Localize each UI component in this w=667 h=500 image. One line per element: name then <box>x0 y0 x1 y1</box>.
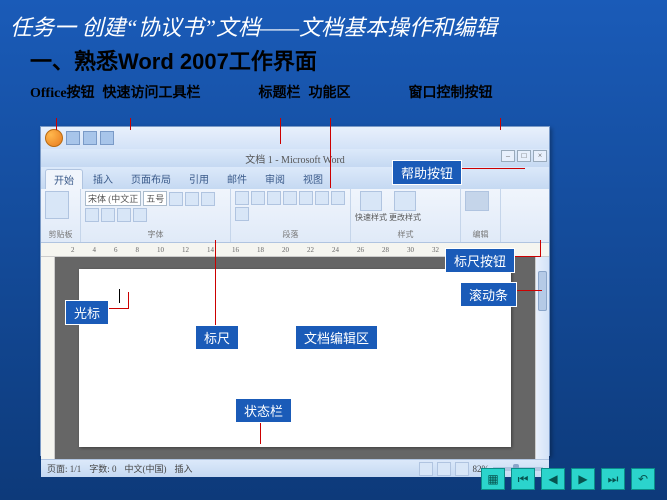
font-name-select[interactable]: 宋体 (中文正 <box>85 191 141 206</box>
status-page: 页面: 1/1 <box>47 462 81 475</box>
tab-insert[interactable]: 插入 <box>85 169 121 189</box>
font-size-select[interactable]: 五号 <box>143 191 167 206</box>
change-styles-button[interactable] <box>394 191 416 211</box>
numbering-button[interactable] <box>251 191 265 205</box>
pointer-line <box>500 118 501 130</box>
callout-help: 帮助按钮 <box>392 160 462 185</box>
label-winctrl: 窗口控制按钮 <box>409 82 493 102</box>
sub-button[interactable] <box>101 208 115 222</box>
status-bar: 页面: 1/1 字数: 0 中文(中国) 插入 82% <box>41 459 549 477</box>
pointer-line <box>540 240 541 257</box>
ribbon: 剪贴板 宋体 (中文正 五号 字体 <box>41 189 549 243</box>
color-button[interactable] <box>133 208 147 222</box>
save-icon[interactable] <box>66 131 80 145</box>
redo-icon[interactable] <box>100 131 114 145</box>
sup-button[interactable] <box>117 208 131 222</box>
view-web-icon[interactable] <box>455 462 469 476</box>
scrollbar-vertical[interactable] <box>535 257 549 459</box>
close-button[interactable]: × <box>533 150 547 162</box>
group-editing: 编辑 <box>461 189 501 242</box>
view-read-icon[interactable] <box>437 462 451 476</box>
align-left-button[interactable] <box>299 191 313 205</box>
group-label: 剪贴板 <box>45 229 76 240</box>
group-label: 样式 <box>355 229 456 240</box>
callout-ruler: 标尺 <box>195 325 239 350</box>
quick-styles-button[interactable] <box>360 191 382 211</box>
group-label: 字体 <box>85 229 226 240</box>
indent-dec-button[interactable] <box>267 191 281 205</box>
pointer-line <box>280 118 281 144</box>
nav-home-button[interactable]: ▦ <box>481 468 505 490</box>
label-titlebar: 标题栏 <box>259 82 301 102</box>
group-clipboard: 剪贴板 <box>41 189 81 242</box>
page[interactable] <box>79 269 511 447</box>
minimize-button[interactable]: – <box>501 150 515 162</box>
group-label: 段落 <box>235 229 346 240</box>
nav-last-button[interactable]: ⏭ <box>601 468 625 490</box>
ruler-vertical <box>41 257 55 459</box>
maximize-button[interactable]: □ <box>517 150 531 162</box>
strike-button[interactable] <box>85 208 99 222</box>
indent-inc-button[interactable] <box>283 191 297 205</box>
group-label: 编辑 <box>465 229 496 240</box>
tab-home[interactable]: 开始 <box>45 169 83 189</box>
bullets-button[interactable] <box>235 191 249 205</box>
find-button[interactable] <box>465 191 489 211</box>
text-cursor <box>119 289 120 303</box>
tab-layout[interactable]: 页面布局 <box>123 169 179 189</box>
top-labels-row: Office按钮 快速访问工具栏 标题栏 功能区 窗口控制按钮 <box>0 82 667 106</box>
office-button[interactable] <box>45 129 63 147</box>
label-office: Office按钮 <box>30 82 95 102</box>
callout-ruler-btn: 标尺按钮 <box>445 248 515 273</box>
paste-button[interactable] <box>45 191 69 219</box>
pointer-line <box>128 292 129 309</box>
slide-subtitle: 一、熟悉Word 2007工作界面 <box>0 42 667 82</box>
title-bar: 文档 1 - Microsoft Word – □ × <box>41 149 549 167</box>
nav-first-button[interactable]: ⏮ <box>511 468 535 490</box>
italic-button[interactable] <box>185 192 199 206</box>
callout-edit-area: 文档编辑区 <box>295 325 378 350</box>
justify-button[interactable] <box>235 207 249 221</box>
pointer-line <box>455 168 525 169</box>
align-center-button[interactable] <box>315 191 329 205</box>
tab-view[interactable]: 视图 <box>295 169 331 189</box>
group-font: 宋体 (中文正 五号 字体 <box>81 189 231 242</box>
slide-nav: ▦ ⏮ ◀ ▶ ⏭ ↶ <box>481 468 655 490</box>
callout-cursor: 光标 <box>65 300 109 325</box>
label-ribbon: 功能区 <box>309 82 351 102</box>
nav-next-button[interactable]: ▶ <box>571 468 595 490</box>
underline-button[interactable] <box>201 192 215 206</box>
pointer-line <box>130 118 131 130</box>
view-print-icon[interactable] <box>419 462 433 476</box>
quick-styles-label: 快速样式 <box>355 212 387 223</box>
quick-access-toolbar <box>41 127 549 149</box>
callout-scrollbar: 滚动条 <box>460 282 517 307</box>
callout-statusbar: 状态栏 <box>235 398 292 423</box>
status-mode: 插入 <box>175 462 193 475</box>
align-right-button[interactable] <box>331 191 345 205</box>
change-styles-label: 更改样式 <box>389 212 421 223</box>
label-qat: 快速访问工具栏 <box>103 82 201 102</box>
nav-return-button[interactable]: ↶ <box>631 468 655 490</box>
status-words: 字数: 0 <box>89 462 116 475</box>
undo-icon[interactable] <box>83 131 97 145</box>
group-styles: 快速样式 更改样式 样式 <box>351 189 461 242</box>
group-paragraph: 段落 <box>231 189 351 242</box>
window-controls: – □ × <box>501 150 547 162</box>
scroll-thumb[interactable] <box>538 271 547 311</box>
tab-review[interactable]: 审阅 <box>257 169 293 189</box>
ribbon-tabs: 开始 插入 页面布局 引用 邮件 审阅 视图 <box>41 167 549 189</box>
bold-button[interactable] <box>169 192 183 206</box>
nav-prev-button[interactable]: ◀ <box>541 468 565 490</box>
status-lang: 中文(中国) <box>125 462 167 475</box>
slide-title: 任务一 创建“协议书”文档——文档基本操作和编辑 <box>0 0 667 42</box>
pointer-line <box>56 118 57 130</box>
pointer-line <box>215 240 216 325</box>
pointer-line <box>330 118 331 188</box>
tab-mailings[interactable]: 邮件 <box>219 169 255 189</box>
tab-references[interactable]: 引用 <box>181 169 217 189</box>
